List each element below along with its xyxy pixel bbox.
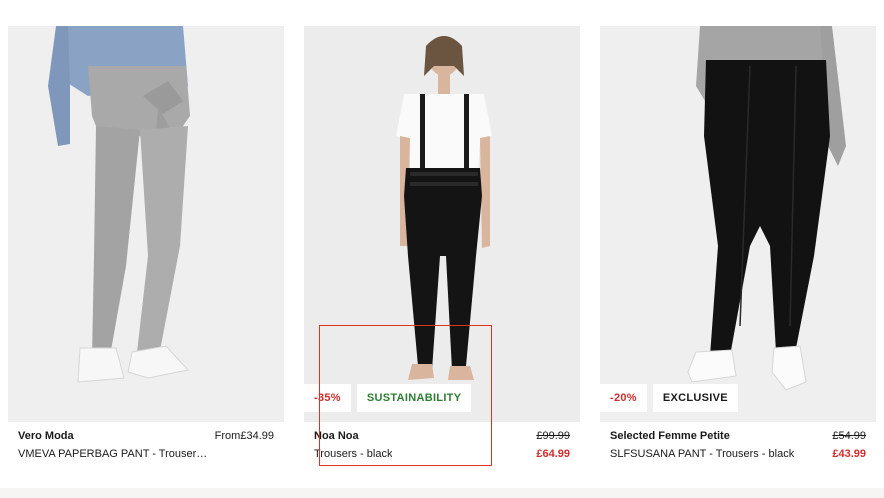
product-info[interactable]: Vero Moda From£34.99 VMEVA PAPERBAG PANT… xyxy=(8,430,284,466)
product-info[interactable]: Selected Femme Petite £54.99 SLFSUSANA P… xyxy=(600,430,876,466)
discount-badge: -20% xyxy=(600,384,647,412)
badge-row: -20% EXCLUSIVE xyxy=(600,384,738,412)
product-card[interactable]: Vero Moda From£34.99 VMEVA PAPERBAG PANT… xyxy=(8,26,284,466)
brand-name: Noa Noa xyxy=(314,430,359,442)
sale-price: £64.99 xyxy=(536,448,570,460)
price-block: From£34.99 xyxy=(215,430,274,442)
price: £34.99 xyxy=(240,430,274,442)
sustainability-badge: SUSTAINABILITY xyxy=(356,384,472,412)
original-price: £99.99 xyxy=(536,430,570,442)
grey-paperbag-trousers-photo xyxy=(8,26,284,422)
exclusive-badge: EXCLUSIVE xyxy=(652,384,738,412)
price-prefix: From xyxy=(214,430,241,442)
original-price: £54.99 xyxy=(832,430,866,442)
black-high-waist-trousers-photo xyxy=(304,26,580,422)
black-pleated-trousers-photo xyxy=(600,26,876,422)
product-card[interactable]: -20% EXCLUSIVE Selected Femme Petite £54… xyxy=(600,26,876,466)
product-image[interactable] xyxy=(8,26,284,422)
product-name: VMEVA PAPERBAG PANT - Trouser… xyxy=(18,448,208,460)
product-image[interactable] xyxy=(600,26,876,422)
brand-name: Selected Femme Petite xyxy=(610,430,730,442)
product-name: Trousers - black xyxy=(314,448,393,460)
product-name: SLFSUSANA PANT - Trousers - black xyxy=(610,448,795,460)
sale-price: £43.99 xyxy=(832,448,866,460)
brand-name: Vero Moda xyxy=(18,430,74,442)
product-card[interactable]: -35% SUSTAINABILITY Noa Noa £99.99 Trous… xyxy=(304,26,580,466)
product-image[interactable] xyxy=(304,26,580,422)
footer-strip xyxy=(0,488,884,498)
discount-badge: -35% xyxy=(304,384,351,412)
product-info[interactable]: Noa Noa £99.99 Trousers - black £64.99 xyxy=(304,430,580,466)
badge-row: -35% SUSTAINABILITY xyxy=(304,384,472,412)
product-grid: Vero Moda From£34.99 VMEVA PAPERBAG PANT… xyxy=(0,0,884,498)
